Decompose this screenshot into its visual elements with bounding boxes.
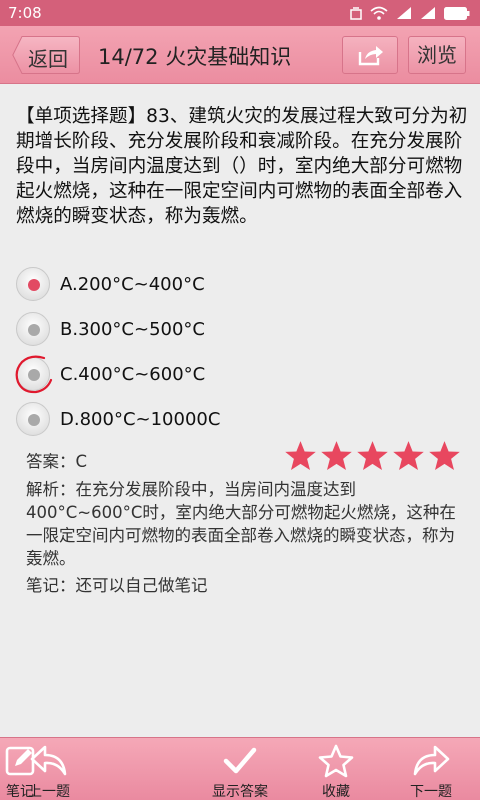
rating-star	[429, 441, 460, 471]
option-a-radio[interactable]	[16, 267, 50, 301]
difficulty-rating	[284, 440, 461, 472]
app-header: 返回 14/72 火灾基础知识 浏览	[0, 26, 480, 84]
share-button[interactable]	[342, 36, 398, 74]
favorite-label: 收藏	[322, 784, 350, 800]
signal-icon	[397, 7, 411, 19]
explanation-text: 解析：在充分发展阶段中，当房间内温度达到400°C~600°C时，室内绝大部分可…	[26, 480, 456, 568]
rating-star	[285, 441, 316, 471]
option-c[interactable]: C.400°C~600°C	[15, 355, 456, 394]
option-b-label: B.300°C~500°C	[60, 318, 206, 340]
option-b-radio[interactable]	[16, 312, 50, 346]
option-b[interactable]: B.300°C~500°C	[16, 311, 456, 347]
browse-button[interactable]: 浏览	[408, 36, 466, 74]
status-icons	[350, 6, 470, 20]
check-icon	[223, 747, 257, 774]
rating-star	[357, 441, 388, 471]
annotation-circle	[15, 355, 53, 394]
option-d-label: D.800°C~10000C	[60, 408, 221, 430]
next-question-button[interactable]: 下一题	[396, 738, 466, 800]
signal-icon-2	[421, 7, 435, 19]
note-text: 笔记：还可以自己做笔记	[26, 576, 208, 595]
rating-star	[321, 441, 352, 471]
forward-arrow-icon	[413, 745, 450, 776]
option-d[interactable]: D.800°C~10000C	[16, 401, 456, 437]
notification-icon	[350, 7, 362, 20]
page-title: 14/72 火灾基础知识	[98, 45, 292, 69]
show-answer-button[interactable]: 显示答案	[198, 738, 282, 800]
show-answer-label: 显示答案	[212, 784, 268, 800]
rating-star	[393, 441, 424, 471]
option-c-radio[interactable]	[15, 355, 53, 394]
share-icon	[358, 46, 383, 66]
star-outline-icon	[318, 744, 354, 778]
note-button[interactable]: 笔记	[0, 738, 40, 800]
battery-icon	[444, 6, 470, 20]
option-d-radio[interactable]	[16, 402, 50, 436]
next-question-label: 下一题	[410, 784, 452, 800]
back-button-label: 返回	[28, 47, 68, 71]
edit-icon	[5, 746, 35, 776]
question-text: 【单项选择题】83、建筑火灾的发展过程大致可分为初期增长阶段、充分发展阶段和衰减…	[16, 106, 468, 227]
option-a-label: A.200°C~400°C	[60, 273, 205, 295]
note-button-label: 笔记	[6, 784, 34, 800]
option-c-label: C.400°C~600°C	[60, 363, 206, 385]
wifi-icon	[370, 6, 388, 20]
status-time: 7:08	[8, 4, 42, 22]
answer-text: 答案：C	[26, 452, 88, 471]
favorite-button[interactable]: 收藏	[301, 738, 371, 800]
bottom-toolbar: 上一题 笔记 显示答案 收藏 下一题	[0, 737, 480, 800]
status-bar: 7:08	[0, 0, 480, 26]
option-a[interactable]: A.200°C~400°C	[16, 266, 456, 302]
back-button[interactable]: 返回	[12, 36, 80, 74]
